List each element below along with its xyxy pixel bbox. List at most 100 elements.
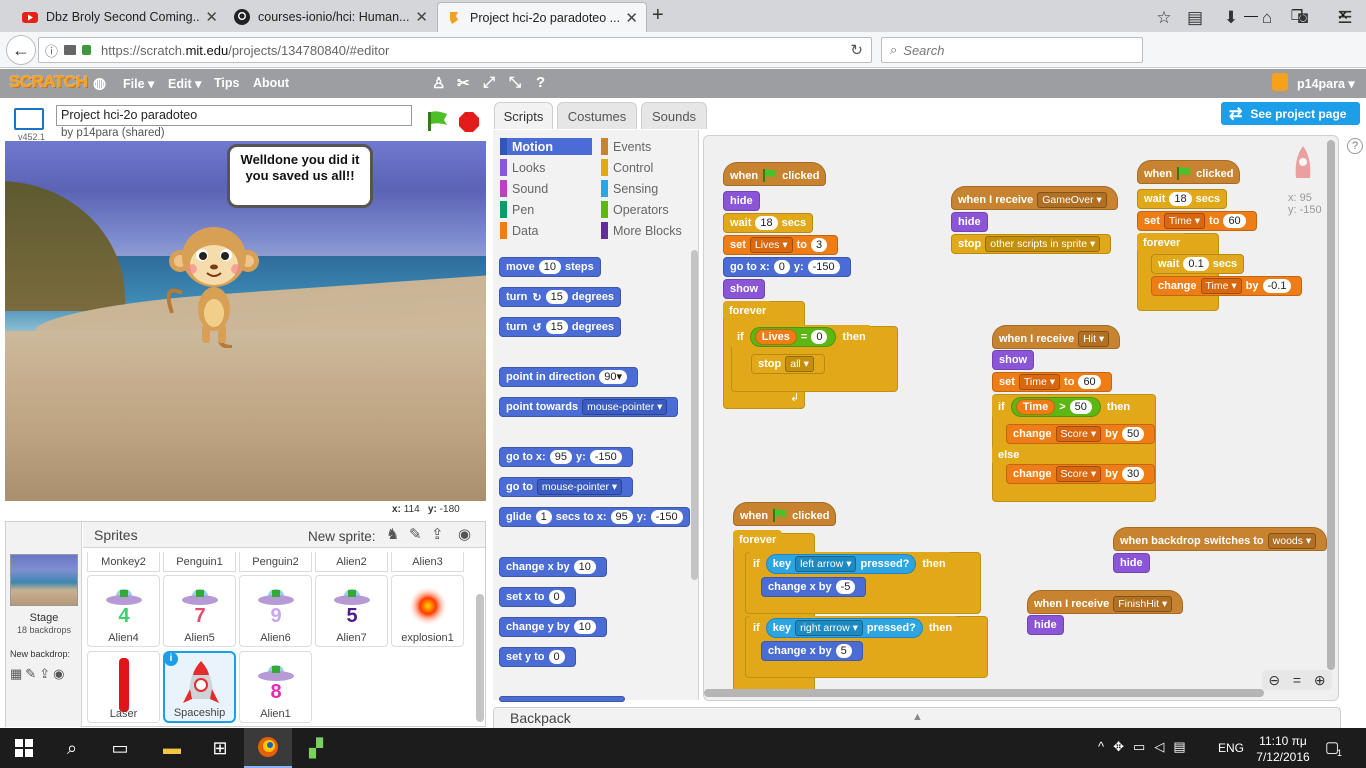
windows-start-icon[interactable] xyxy=(0,728,48,768)
when-receive-gameover-block[interactable]: when I receive GameOver ▾ xyxy=(951,186,1118,210)
expand-up-icon[interactable]: ▲ xyxy=(912,711,923,723)
help-icon[interactable]: ? xyxy=(536,74,545,91)
menu-file[interactable]: File ▾ xyxy=(123,76,154,91)
palette-turn-left-block[interactable]: turn ↺ 15 degrees xyxy=(499,317,622,337)
palette-set-x-block[interactable]: set x to 0 xyxy=(499,587,576,607)
app-icon[interactable]: ▞ xyxy=(292,728,340,768)
monkey-sprite[interactable] xyxy=(162,213,262,348)
sprite-tile-alien7[interactable]: 5 Alien7 xyxy=(315,575,388,647)
zoom-out-icon[interactable]: ⊖ xyxy=(1268,672,1280,689)
scripts-v-scrollbar[interactable] xyxy=(1327,140,1335,670)
tab-scripts[interactable]: Scripts xyxy=(494,102,553,129)
help-icon[interactable]: ? xyxy=(1347,138,1363,154)
palette-set-y-block[interactable]: set y to 0 xyxy=(499,647,576,667)
upload-icon[interactable]: ⇪ xyxy=(431,525,444,543)
grow-icon[interactable]: ⤢ xyxy=(483,74,495,91)
palette-change-y-block[interactable]: change y by 10 xyxy=(499,617,607,637)
category-operators[interactable]: Operators xyxy=(601,201,669,218)
scripts-h-scrollbar[interactable] xyxy=(704,689,1264,697)
wait-block[interactable]: wait 18 secs xyxy=(1137,189,1228,209)
category-pen[interactable]: Pen xyxy=(500,201,534,218)
user-avatar[interactable] xyxy=(1272,73,1288,91)
tab-youtube[interactable]: Dbz Broly Second Coming... ✕ xyxy=(14,2,226,32)
user-menu[interactable]: p14para ▾ xyxy=(1297,76,1355,91)
sprite-tile-explosion1[interactable]: explosion1 xyxy=(391,575,464,647)
tab-costumes[interactable]: Costumes xyxy=(557,102,637,129)
paint-brush-icon[interactable]: ✎ xyxy=(409,525,422,543)
task-view-icon[interactable]: ▭ xyxy=(96,728,144,768)
category-events[interactable]: Events xyxy=(601,138,651,155)
green-flag-button[interactable] xyxy=(426,110,450,135)
upload-icon[interactable]: ⇪ xyxy=(39,666,53,681)
when-flag-clicked-block[interactable]: when clicked xyxy=(1137,160,1241,184)
palette-goto-block[interactable]: go to mouse-pointer ▾ xyxy=(499,477,634,497)
category-more-blocks[interactable]: More Blocks xyxy=(601,222,682,239)
change-time-block[interactable]: change Time ▾ by -0.1 xyxy=(1151,276,1303,296)
info-icon[interactable]: i xyxy=(164,652,178,666)
category-sensing[interactable]: Sensing xyxy=(601,180,658,197)
paint-brush-icon[interactable]: ✎ xyxy=(25,666,39,681)
landscape-icon[interactable]: ▦ xyxy=(10,666,25,681)
sprite-tile-alien5[interactable]: 7 Alien5 xyxy=(163,575,236,647)
language-indicator[interactable]: ENG xyxy=(1218,741,1244,755)
sprite-tile-penguin2[interactable]: Penguin2 xyxy=(239,552,312,572)
volume-icon[interactable]: ◁ xyxy=(1154,739,1173,754)
sprite-tile-alien1[interactable]: 8 Alien1 xyxy=(239,651,312,723)
wait-block[interactable]: wait 0.1 secs xyxy=(1151,254,1245,274)
close-tab-icon[interactable]: ✕ xyxy=(625,9,638,27)
stop-other-scripts-block[interactable]: stop other scripts in sprite ▾ xyxy=(951,234,1112,254)
back-button[interactable]: ← xyxy=(6,35,36,65)
file-explorer-icon[interactable]: ▬ xyxy=(148,728,196,768)
category-data[interactable]: Data xyxy=(500,222,538,239)
close-tab-icon[interactable]: ✕ xyxy=(205,8,218,26)
menu-about[interactable]: About xyxy=(253,76,289,90)
zoom-reset-icon[interactable]: = xyxy=(1293,672,1301,688)
see-project-page-button[interactable]: ⇄ See project page xyxy=(1221,102,1360,125)
palette-move-block[interactable]: move 10 steps xyxy=(499,257,601,277)
firefox-icon[interactable] xyxy=(244,728,292,768)
category-sound[interactable]: Sound xyxy=(500,180,548,197)
backpack-bar[interactable]: Backpack ▲ xyxy=(493,707,1341,729)
hide-block[interactable]: hide xyxy=(1027,615,1064,635)
tab-sounds[interactable]: Sounds xyxy=(641,102,707,129)
palette-goto-xy-block[interactable]: go to x: 95 y: -150 xyxy=(499,447,633,467)
goto-xy-block[interactable]: go to x: 0 y: -150 xyxy=(723,257,851,277)
sprite-tile-alien2[interactable]: Alien2 xyxy=(315,552,388,572)
duplicate-stamp-icon[interactable]: ♙ xyxy=(432,74,445,92)
palette-partial-block[interactable] xyxy=(499,696,625,702)
hide-block[interactable]: hide xyxy=(951,212,988,232)
palette-scrollbar[interactable] xyxy=(691,250,698,580)
set-lives-block[interactable]: set Lives ▾ to 3 xyxy=(723,235,839,255)
scratch-logo[interactable]: SCRATCH xyxy=(9,72,88,92)
palette-turn-right-block[interactable]: turn ↻ 15 degrees xyxy=(499,287,622,307)
scripts-area[interactable]: when clicked hide wait 18 secs set Lives ▾ to… xyxy=(703,135,1339,701)
tab-scratch[interactable]: Project hci-2o paradoteo ... ✕ xyxy=(437,2,647,32)
new-tab-button[interactable]: + xyxy=(652,4,664,27)
category-control[interactable]: Control xyxy=(601,159,653,176)
network-icon[interactable]: ▭ xyxy=(1133,739,1154,754)
palette-glide-block[interactable]: glide 1 secs to x: 95 y: -150 xyxy=(499,507,690,527)
search-input[interactable]: ⌕ Search xyxy=(881,37,1143,63)
sprite-tile-alien6[interactable]: 9 Alien6 xyxy=(239,575,312,647)
set-time-block[interactable]: set Time ▾ to 60 xyxy=(992,372,1112,392)
cut-icon[interactable]: ✂ xyxy=(457,74,470,92)
clock[interactable]: 11:10 πμ 7/12/2016 xyxy=(1248,733,1318,765)
url-bar[interactable]: ⓘ https://scratch.mit.edu/projects/13478… xyxy=(38,37,872,63)
sprite-tile-alien3[interactable]: Alien3 xyxy=(391,552,464,572)
download-icon[interactable]: ⬇ xyxy=(1217,5,1245,31)
palette-point-towards-block[interactable]: point towards mouse-pointer ▾ xyxy=(499,397,679,417)
sprite-tile-spaceship[interactable]: i Spaceship xyxy=(163,651,236,723)
palette-point-direction-block[interactable]: point in direction 90▾ xyxy=(499,367,638,387)
set-time-block[interactable]: set Time ▾ to 60 xyxy=(1137,211,1257,231)
change-x-block[interactable]: change x by -5 xyxy=(761,577,867,597)
pocket-icon[interactable]: ◙ xyxy=(1289,5,1317,31)
keyboard-icon[interactable]: ▤ xyxy=(1173,739,1194,754)
store-icon[interactable]: ⊞ xyxy=(196,728,244,768)
stage-thumbnail[interactable] xyxy=(10,554,78,606)
sprite-tile-penguin1[interactable]: Penguin1 xyxy=(163,552,236,572)
bookmark-star-icon[interactable]: ☆ xyxy=(1150,5,1178,31)
presentation-mode-icon[interactable] xyxy=(14,108,44,130)
show-block[interactable]: show xyxy=(992,350,1035,370)
project-title-input[interactable]: Project hci-2o paradoteo xyxy=(56,105,412,126)
info-icon[interactable]: ⓘ xyxy=(45,41,58,60)
